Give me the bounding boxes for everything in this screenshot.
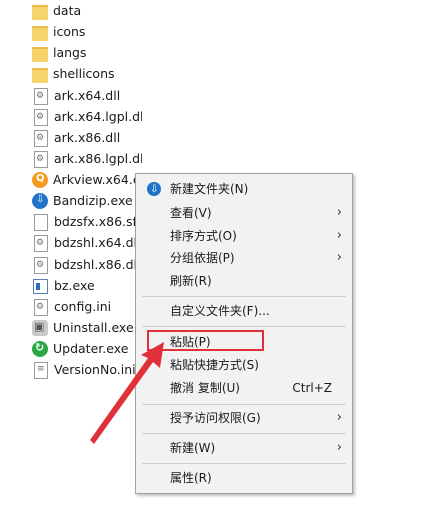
file-name: icons	[53, 24, 86, 39]
folder-icon	[32, 67, 48, 83]
file-item-icons[interactable]: icons	[32, 22, 142, 42]
menu-item-label: 新建文件夹(N)	[170, 182, 249, 196]
file-name: config.ini	[54, 299, 112, 314]
menu-item-new-folder[interactable]: 新建文件夹(N)	[136, 178, 352, 201]
file-name: bdzshl.x64.dll	[54, 235, 136, 250]
chevron-right-icon: ›	[336, 228, 342, 243]
file-item-data[interactable]: data	[32, 1, 142, 21]
menu-separator	[142, 326, 346, 327]
file-item-bandizip-exe[interactable]: Bandizip.exe	[32, 191, 142, 211]
menu-item-label: 查看(V)	[170, 206, 212, 220]
file-name: ark.x64.lgpl.dll	[54, 109, 142, 124]
menu-item-properties[interactable]: 属性(R)	[136, 467, 352, 489]
file-name: ark.x86.lgpl.dll	[54, 151, 142, 166]
dll-icon	[34, 129, 48, 147]
menu-item-label: 自定义文件夹(F)...	[170, 304, 270, 318]
menu-item-sort-by[interactable]: 排序方式(O) ›	[136, 225, 352, 247]
file-item-versionno-ini[interactable]: VersionNo.ini	[32, 360, 136, 380]
menu-item-label: 分组依据(P)	[170, 251, 235, 265]
file-item-bdzshl-x86-dll[interactable]: bdzshl.x86.dll	[32, 255, 136, 275]
arkview-icon	[32, 172, 48, 188]
chevron-right-icon: ›	[336, 410, 342, 425]
file-item-bdzshl-x64-dll[interactable]: bdzshl.x64.dll	[32, 233, 136, 253]
dll-icon	[34, 108, 48, 126]
file-name: shellicons	[53, 66, 115, 81]
file-item-ark-x64-dll[interactable]: ark.x64.dll	[32, 86, 142, 106]
file-item-config-ini[interactable]: config.ini	[32, 297, 142, 317]
file-name: Uninstall.exe	[53, 320, 134, 335]
uninstall-icon	[32, 320, 48, 336]
menu-item-paste-shortcut[interactable]: 粘贴快捷方式(S)	[136, 354, 352, 376]
folder-icon	[32, 25, 48, 41]
file-item-ark-x64-lgpl-dll[interactable]: ark.x64.lgpl.dll	[32, 107, 142, 127]
menu-separator	[142, 296, 346, 297]
folder-icon	[32, 4, 48, 20]
file-item-langs[interactable]: langs	[32, 43, 142, 63]
file-name: ark.x64.dll	[54, 88, 121, 103]
menu-separator	[142, 463, 346, 464]
ini-icon	[34, 298, 48, 316]
file-name: VersionNo.ini	[54, 362, 136, 377]
file-icon	[34, 213, 48, 231]
file-item-shellicons[interactable]: shellicons	[32, 64, 142, 84]
menu-item-label: 刷新(R)	[170, 274, 212, 288]
chevron-right-icon: ›	[336, 440, 342, 455]
dll-icon	[34, 256, 48, 274]
menu-item-label: 粘贴快捷方式(S)	[170, 358, 259, 372]
file-name: bz.exe	[54, 278, 95, 293]
console-icon	[33, 278, 48, 294]
menu-separator	[142, 404, 346, 405]
updater-icon	[32, 341, 48, 357]
menu-item-label: 属性(R)	[170, 471, 212, 485]
menu-item-give-access[interactable]: 授予访问权限(G) ›	[136, 407, 352, 429]
menu-item-shortcut: Ctrl+Z	[292, 381, 332, 395]
menu-item-label: 新建(W)	[170, 441, 216, 455]
file-item-uninstall-exe[interactable]: Uninstall.exe	[32, 318, 142, 338]
menu-separator	[142, 433, 346, 434]
menu-item-label: 排序方式(O)	[170, 229, 237, 243]
file-item-bz-exe[interactable]: bz.exe	[32, 276, 142, 296]
file-name: data	[53, 3, 82, 18]
file-name: bdzshl.x86.dll	[54, 257, 136, 272]
menu-item-undo-copy[interactable]: 撤消 复制(U) Ctrl+Z	[136, 377, 352, 399]
file-name: Bandizip.exe	[53, 193, 133, 208]
chevron-right-icon: ›	[336, 205, 342, 220]
bandizip-icon	[147, 179, 161, 201]
file-name: ark.x86.dll	[54, 130, 121, 145]
menu-item-group-by[interactable]: 分组依据(P) ›	[136, 247, 352, 269]
menu-item-label: 撤消 复制(U)	[170, 381, 240, 395]
text-file-icon	[34, 361, 48, 379]
file-item-bdzsfx-sfx[interactable]: bdzsfx.x86.sfx	[32, 212, 136, 232]
menu-item-refresh[interactable]: 刷新(R)	[136, 270, 352, 292]
file-name: Arkview.x64.exe	[53, 172, 136, 187]
file-item-ark-x86-dll[interactable]: ark.x86.dll	[32, 128, 142, 148]
menu-item-view[interactable]: 查看(V) ›	[136, 202, 352, 224]
file-item-arkview-exe[interactable]: Arkview.x64.exe	[32, 170, 136, 190]
bandizip-icon	[32, 193, 48, 209]
paste-highlight-box	[147, 330, 264, 351]
file-name: bdzsfx.x86.sfx	[54, 214, 136, 229]
file-name: langs	[53, 45, 87, 60]
dll-icon	[34, 87, 48, 105]
file-name: Updater.exe	[53, 341, 129, 356]
file-item-updater-exe[interactable]: Updater.exe	[32, 339, 142, 359]
dll-icon	[34, 150, 48, 168]
menu-item-customize-folder[interactable]: 自定义文件夹(F)...	[136, 300, 352, 322]
menu-item-new[interactable]: 新建(W) ›	[136, 437, 352, 459]
dll-icon	[34, 234, 48, 252]
chevron-right-icon: ›	[336, 250, 342, 265]
folder-icon	[32, 46, 48, 62]
file-item-ark-x86-lgpl-dll[interactable]: ark.x86.lgpl.dll	[32, 149, 142, 169]
menu-item-label: 授予访问权限(G)	[170, 411, 261, 425]
